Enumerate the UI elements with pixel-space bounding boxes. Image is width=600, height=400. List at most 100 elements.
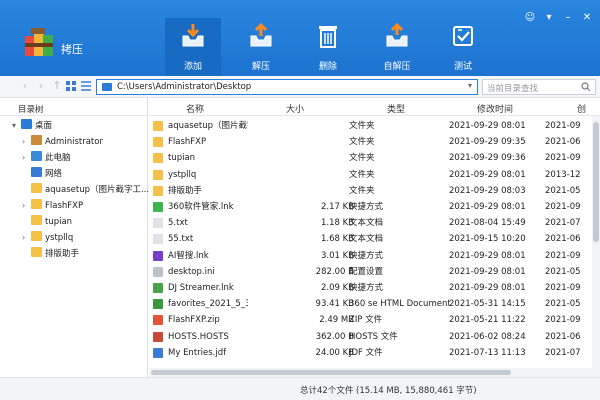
table-row[interactable]: ystpllq 文件夹 2021-09-29 08:01 2013-12 — [149, 167, 600, 183]
file-type: 快捷方式 — [349, 250, 384, 261]
path-text: C:\Users\Administrator\Desktop — [117, 82, 252, 92]
list-view-icon[interactable] — [81, 81, 91, 91]
file-created: 2021-09 — [545, 202, 581, 212]
scroll-thumb[interactable] — [593, 122, 599, 242]
tree-item[interactable]: ▾ 桌面 — [12, 118, 52, 134]
add-button[interactable]: 添加 — [165, 18, 221, 76]
file-type: 文件夹 — [349, 185, 375, 196]
expand-arrow-icon[interactable]: › — [22, 230, 31, 246]
file-modified: 2021-05-21 11:22 — [449, 315, 526, 326]
view-mode-icon[interactable] — [66, 81, 76, 91]
ribbon-toolbar: 拷压 添加 解压 删除 自解压 测试 ☺ ▾ – ✕ — [0, 0, 600, 76]
search-input[interactable]: 当前目录查找 — [482, 79, 596, 95]
file-type: 配置设置 — [349, 266, 384, 277]
tree-item[interactable]: tupian — [22, 214, 72, 230]
file-name: My Entries.jdf — [168, 347, 227, 358]
path-input[interactable]: C:\Users\Administrator\Desktop ▾ — [96, 79, 478, 95]
file-name: 360软件管家.lnk — [168, 202, 234, 212]
tree-item[interactable]: › ystpllq — [22, 230, 73, 246]
tree-item-label: 排版助手 — [45, 249, 80, 259]
jdf-file-icon — [153, 347, 163, 358]
table-row[interactable]: FlashFXP.zip 2.49 MB ZIP 文件 2021-05-21 11:2… — [149, 312, 600, 328]
expand-arrow-icon[interactable]: › — [22, 134, 31, 150]
scroll-thumb[interactable] — [151, 370, 511, 375]
table-row[interactable]: 360软件管家.lnk 2.17 KB 快捷方式 2021-09-29 08:01 20… — [149, 199, 600, 215]
column-modified[interactable]: 修改时间 — [477, 102, 513, 115]
forward-icon[interactable]: › — [34, 79, 48, 93]
folder-icon — [31, 231, 42, 241]
table-row[interactable]: tupian 文件夹 2021-09-29 09:36 2021-09 — [149, 150, 600, 166]
table-row[interactable]: DJ Streamer.lnk 2.09 KB 快捷方式 2021-09-29 08:… — [149, 280, 600, 296]
table-row[interactable]: HOSTS.HOSTS 362.00 B HOSTS 文件 2021-06-02 08… — [149, 329, 600, 345]
self-extract-button[interactable]: 自解压 — [369, 22, 425, 76]
folder-icon — [153, 137, 163, 148]
search-placeholder: 当前目录查找 — [487, 84, 539, 94]
file-type: 文件夹 — [349, 169, 375, 180]
extract-button[interactable]: 解压 — [233, 22, 289, 76]
self-extract-icon — [386, 22, 408, 47]
close-icon[interactable]: ✕ — [580, 12, 594, 24]
table-row[interactable]: aquasetup（图片截字 文件夹 2021-09-29 08:01 2021-09 — [149, 118, 600, 134]
minimize-icon[interactable]: – — [561, 12, 575, 24]
tree-item[interactable]: › Administrator — [22, 134, 103, 150]
file-name: 排版助手 — [168, 185, 203, 196]
tree-item[interactable]: › 此电脑 — [22, 150, 71, 166]
expand-arrow-icon[interactable]: ▾ — [12, 118, 21, 134]
table-row[interactable]: favorites_2021_5_31.93.41 KB360 se HTML … — [149, 296, 600, 312]
file-modified: 2021-09-29 09:35 — [449, 137, 526, 148]
tree-item[interactable]: aquasetup（图片截字工... — [22, 182, 149, 198]
table-row[interactable]: 55.txt 1.68 KB 文本文档 2021-09-15 10:20 2021-06 — [149, 231, 600, 247]
table-row[interactable]: My Entries.jdf 24.00 KB JDF 文件 2021-07-13 1… — [149, 345, 600, 361]
file-created: 2021-09 — [545, 315, 581, 326]
file-name: ystpllq — [168, 169, 197, 180]
add-archive-icon — [182, 24, 204, 47]
file-created: 2021-06 — [545, 331, 581, 342]
trash-icon — [319, 26, 337, 48]
folder-icon — [153, 169, 163, 180]
tree-item[interactable]: 排版助手 — [22, 246, 79, 262]
zip-file-icon — [153, 315, 163, 326]
tree-item-label: 桌面 — [35, 121, 53, 131]
file-created: 2021-06 — [545, 234, 581, 245]
file-modified: 2021-08-04 15:49 — [449, 218, 526, 229]
back-icon[interactable]: ‹ — [18, 79, 32, 93]
table-row[interactable]: AI智搜.lnk 3.01 KB 快捷方式 2021-09-29 08:01 2021-… — [149, 248, 600, 264]
file-name: AI智搜.lnk — [168, 250, 209, 261]
html-file-icon — [153, 299, 163, 310]
file-name: aquasetup（图片截字 — [168, 121, 248, 131]
up-icon[interactable]: ↑ — [50, 79, 64, 93]
table-row[interactable]: desktop.ini 282.00 B 配置设置 2021-09-29 08:01 2… — [149, 264, 600, 280]
table-row[interactable]: 排版助手 文件夹 2021-09-29 08:03 2021-05 — [149, 183, 600, 199]
column-name[interactable]: 名称 — [186, 102, 204, 115]
file-created: 2021-09 — [545, 153, 581, 164]
tree-item-label: Administrator — [45, 137, 103, 147]
test-button[interactable]: 测试 — [435, 22, 491, 76]
file-created: 2021-09 — [545, 121, 581, 131]
table-row[interactable]: FlashFXP 文件夹 2021-09-29 09:35 2021-06 — [149, 134, 600, 150]
search-icon[interactable] — [581, 82, 591, 92]
chevron-down-icon[interactable]: ▾ — [468, 81, 472, 90]
column-type[interactable]: 类型 — [387, 102, 405, 115]
tree-item[interactable]: 网络 — [22, 166, 62, 182]
horizontal-scrollbar[interactable] — [149, 368, 600, 377]
folder-icon — [31, 183, 42, 193]
column-size[interactable]: 大小 — [286, 102, 304, 115]
file-type: 文件夹 — [349, 137, 375, 148]
shortcut-icon — [153, 283, 163, 293]
file-type: JDF 文件 — [349, 347, 383, 358]
menu-icon[interactable]: ▾ — [542, 12, 556, 24]
folder-icon — [31, 199, 42, 209]
vertical-scrollbar[interactable] — [592, 116, 600, 368]
tree-item[interactable]: › FlashFXP — [22, 198, 83, 214]
file-type: 文本文档 — [349, 234, 384, 245]
column-created[interactable]: 创 — [577, 102, 586, 115]
delete-button[interactable]: 删除 — [300, 22, 356, 76]
file-type: 文件夹 — [349, 121, 375, 131]
expand-arrow-icon[interactable]: › — [22, 198, 31, 214]
expand-arrow-icon[interactable]: › — [22, 150, 31, 166]
table-row[interactable]: 5.txt 1.18 KB 文本文档 2021-08-04 15:49 2021-07 — [149, 215, 600, 231]
feedback-icon[interactable]: ☺ — [523, 12, 537, 24]
network-icon — [31, 167, 42, 177]
file-modified: 2021-09-29 08:01 — [449, 121, 526, 131]
tree-header: 目录树 — [0, 98, 148, 116]
